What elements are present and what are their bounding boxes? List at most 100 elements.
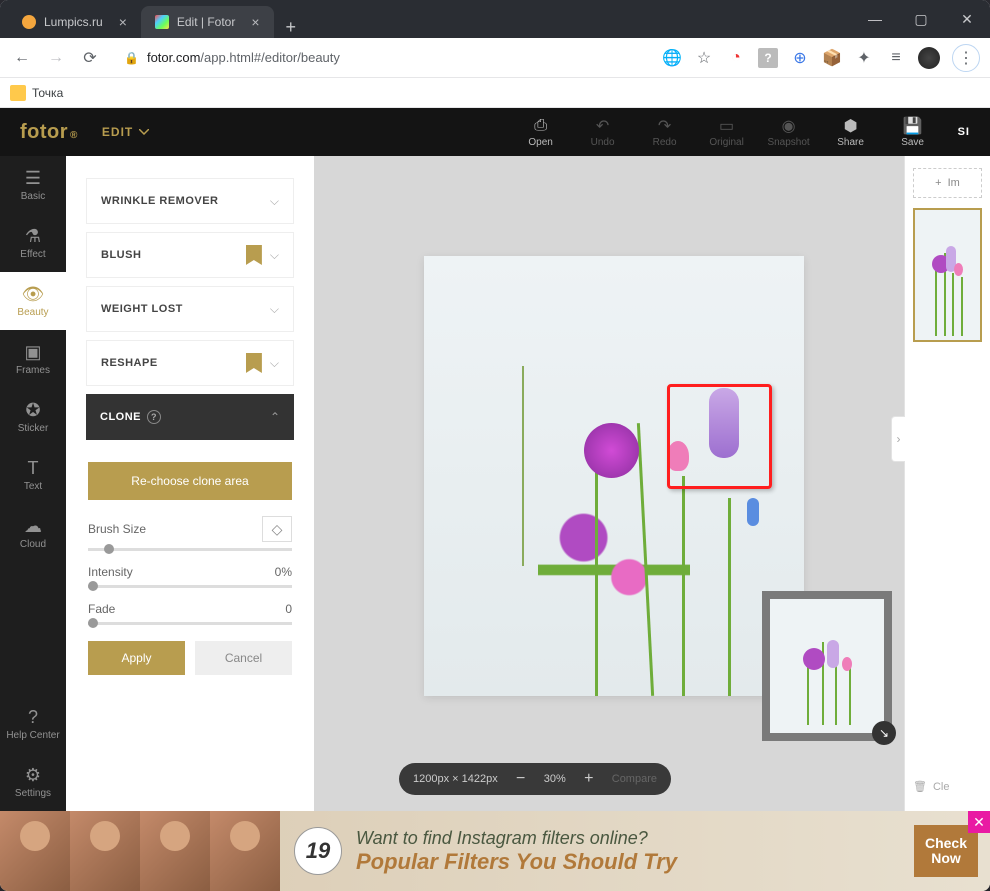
left-rail: ☰Basic ⚗Effect 👁Beauty ▣Frames ✪Sticker …	[0, 156, 66, 811]
canvas-image[interactable]	[424, 256, 804, 696]
close-icon[interactable]: ×	[119, 14, 127, 30]
new-tab-button[interactable]: +	[274, 17, 309, 38]
nav-back[interactable]: ←	[10, 46, 34, 70]
redo-button[interactable]: ↷Redo	[636, 117, 694, 148]
window-minimize[interactable]: —	[852, 0, 898, 38]
ad-faces	[0, 811, 280, 891]
rail-beauty[interactable]: 👁Beauty	[0, 272, 66, 330]
snapshot-button[interactable]: ◉Snapshot	[760, 117, 818, 148]
navigator-panel[interactable]: ↘	[762, 591, 892, 741]
extension-opera-icon[interactable]: ◔	[726, 48, 746, 68]
tab-title: Edit | Fotor	[177, 15, 235, 29]
url-field[interactable]: 🔒 fotor.com/app.html#/editor/beauty	[112, 50, 652, 65]
section-wrinkle-remover[interactable]: WRINKLE REMOVER ⌵	[86, 178, 294, 224]
close-icon[interactable]: ×	[251, 14, 259, 30]
intensity-slider[interactable]	[88, 585, 292, 588]
open-button[interactable]: ⎙Open	[512, 117, 570, 148]
brush-size-label: Brush Size	[88, 522, 146, 536]
navigator-thumbnail[interactable]	[770, 599, 884, 733]
rechoose-clone-button[interactable]: Re-choose clone area	[88, 462, 292, 500]
translate-icon[interactable]: 🌐	[662, 48, 682, 68]
eraser-button[interactable]: ◇	[262, 516, 292, 542]
rail-settings[interactable]: ⚙Settings	[0, 753, 66, 811]
lock-icon: 🔒	[124, 51, 139, 65]
chevron-down-icon: ⌵	[270, 194, 279, 209]
canvas-area: ↘ 1200px × 1422px − 30% + Compare	[314, 156, 904, 811]
extension-help-icon[interactable]: ?	[758, 48, 778, 68]
fade-slider[interactable]	[88, 622, 292, 625]
section-reshape[interactable]: RESHAPE ⌵	[86, 340, 294, 386]
clone-controls: Re-choose clone area Brush Size ◇ Intens…	[86, 448, 294, 681]
nav-forward[interactable]: →	[44, 46, 68, 70]
folder-icon	[10, 85, 26, 101]
chevron-down-icon: ⌵	[270, 356, 279, 371]
ad-close-icon[interactable]: ✕	[968, 811, 990, 833]
chevron-down-icon	[139, 129, 149, 135]
signin-link[interactable]: SI	[958, 126, 970, 138]
rail-effect[interactable]: ⚗Effect	[0, 214, 66, 272]
navigator-collapse-icon[interactable]: ↘	[872, 721, 896, 745]
extension-box-icon[interactable]: 📦	[822, 48, 842, 68]
import-button[interactable]: + Im	[913, 168, 982, 198]
clone-selection-box[interactable]	[667, 384, 772, 489]
intensity-label: Intensity	[88, 565, 133, 579]
bookmark-item[interactable]: Точка	[32, 86, 63, 100]
tab-title: Lumpics.ru	[44, 15, 103, 29]
chevron-down-icon: ⌵	[270, 248, 279, 263]
browser-menu-icon[interactable]: ⋮	[952, 44, 980, 72]
ad-headline-2: Popular Filters You Should Try	[356, 849, 914, 875]
app-header: fotor® EDIT ⎙Open ↶Undo ↷Redo ▭Original …	[0, 108, 990, 156]
favicon-fotor	[155, 15, 169, 29]
browser-tab-fotor[interactable]: Edit | Fotor ×	[141, 6, 274, 38]
help-icon[interactable]: ?	[147, 410, 161, 424]
rail-frames[interactable]: ▣Frames	[0, 330, 66, 388]
nav-reload[interactable]: ⟳	[78, 46, 102, 70]
rail-help[interactable]: ?Help Center	[0, 695, 66, 753]
window-close[interactable]: ✕	[944, 0, 990, 38]
rail-text[interactable]: TText	[0, 446, 66, 504]
profile-avatar[interactable]	[918, 47, 940, 69]
share-button[interactable]: ⬢Share	[822, 117, 880, 148]
fotor-logo[interactable]: fotor®	[20, 121, 78, 144]
brush-size-slider[interactable]	[88, 548, 292, 551]
url-domain: fotor.com	[147, 50, 200, 65]
cancel-button[interactable]: Cancel	[195, 641, 292, 675]
window-maximize[interactable]: ▢	[898, 0, 944, 38]
window-titlebar: Lumpics.ru × Edit | Fotor × + — ▢ ✕	[0, 0, 990, 38]
bookmarks-bar: Точка	[0, 78, 990, 108]
mode-dropdown[interactable]: EDIT	[102, 125, 149, 139]
chevron-down-icon: ⌵	[270, 302, 279, 317]
undo-button[interactable]: ↶Undo	[574, 117, 632, 148]
right-panel: + Im › 🗑 Cle	[904, 156, 990, 811]
extensions-puzzle-icon[interactable]: ✦	[854, 48, 874, 68]
address-bar: ← → ⟳ 🔒 fotor.com/app.html#/editor/beaut…	[0, 38, 990, 78]
compare-button[interactable]: Compare	[612, 773, 657, 785]
apply-button[interactable]: Apply	[88, 641, 185, 675]
rail-cloud[interactable]: ☁Cloud	[0, 504, 66, 562]
rail-sticker[interactable]: ✪Sticker	[0, 388, 66, 446]
premium-badge-icon	[246, 353, 262, 373]
fade-label: Fade	[88, 602, 115, 616]
save-button[interactable]: 💾Save	[884, 117, 942, 148]
section-clone[interactable]: CLONE? ⌃	[86, 394, 294, 440]
canvas-dimensions: 1200px × 1422px	[413, 773, 498, 785]
bookmark-star-icon[interactable]: ☆	[694, 48, 714, 68]
section-blush[interactable]: BLUSH ⌵	[86, 232, 294, 278]
browser-tab-lumpics[interactable]: Lumpics.ru ×	[8, 6, 141, 38]
trash-icon: 🗑	[913, 780, 927, 793]
ad-banner[interactable]: 19 Want to find Instagram filters online…	[0, 811, 990, 891]
reading-list-icon[interactable]: ≡	[886, 48, 906, 68]
zoom-in-button[interactable]: +	[580, 770, 598, 788]
expand-panel-icon[interactable]: ›	[891, 416, 905, 462]
zoom-out-button[interactable]: −	[512, 770, 530, 788]
ad-headline-1: Want to find Instagram filters online?	[356, 828, 914, 849]
favicon-lumpics	[22, 15, 36, 29]
extension-globe-icon[interactable]: ⊕	[790, 48, 810, 68]
premium-badge-icon	[246, 245, 262, 265]
beauty-panel: WRINKLE REMOVER ⌵ BLUSH ⌵ WEIGHT LOST ⌵ …	[66, 156, 314, 811]
clear-button[interactable]: 🗑 Cle	[913, 774, 982, 799]
rail-basic[interactable]: ☰Basic	[0, 156, 66, 214]
image-thumbnail-selected[interactable]	[913, 208, 982, 342]
section-weight-lost[interactable]: WEIGHT LOST ⌵	[86, 286, 294, 332]
original-button[interactable]: ▭Original	[698, 117, 756, 148]
